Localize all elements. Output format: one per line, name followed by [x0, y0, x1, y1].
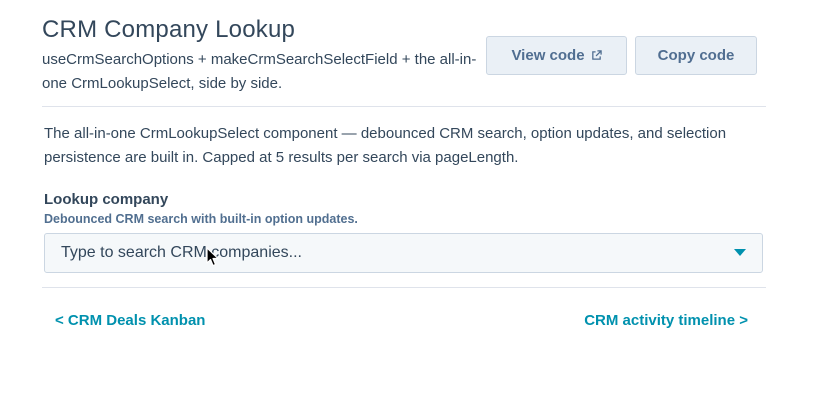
- copy-code-button[interactable]: Copy code: [635, 36, 757, 75]
- footer-divider: [42, 287, 766, 288]
- caret-down-icon[interactable]: [734, 249, 746, 256]
- next-page-link[interactable]: CRM activity timeline >: [584, 312, 748, 329]
- lookup-company-help: Debounced CRM search with built-in optio…: [44, 212, 358, 226]
- lookup-company-select[interactable]: Type to search CRM companies...: [44, 233, 763, 273]
- header-divider: [42, 106, 766, 107]
- view-code-button[interactable]: View code: [486, 36, 627, 75]
- prev-page-link[interactable]: < CRM Deals Kanban: [55, 312, 205, 329]
- copy-code-label: Copy code: [657, 47, 735, 64]
- page-title: CRM Company Lookup: [42, 16, 296, 43]
- lookup-company-label: Lookup company: [44, 191, 169, 208]
- page-subtitle: useCrmSearchOptions + makeCrmSearchSelec…: [42, 51, 477, 92]
- mouse-pointer-icon: [206, 247, 220, 267]
- lookup-company-placeholder: Type to search CRM companies...: [61, 244, 302, 261]
- view-code-label: View code: [511, 47, 585, 64]
- component-description: The all-in-one CrmLookupSelect component…: [44, 125, 727, 166]
- external-link-icon: [591, 50, 602, 61]
